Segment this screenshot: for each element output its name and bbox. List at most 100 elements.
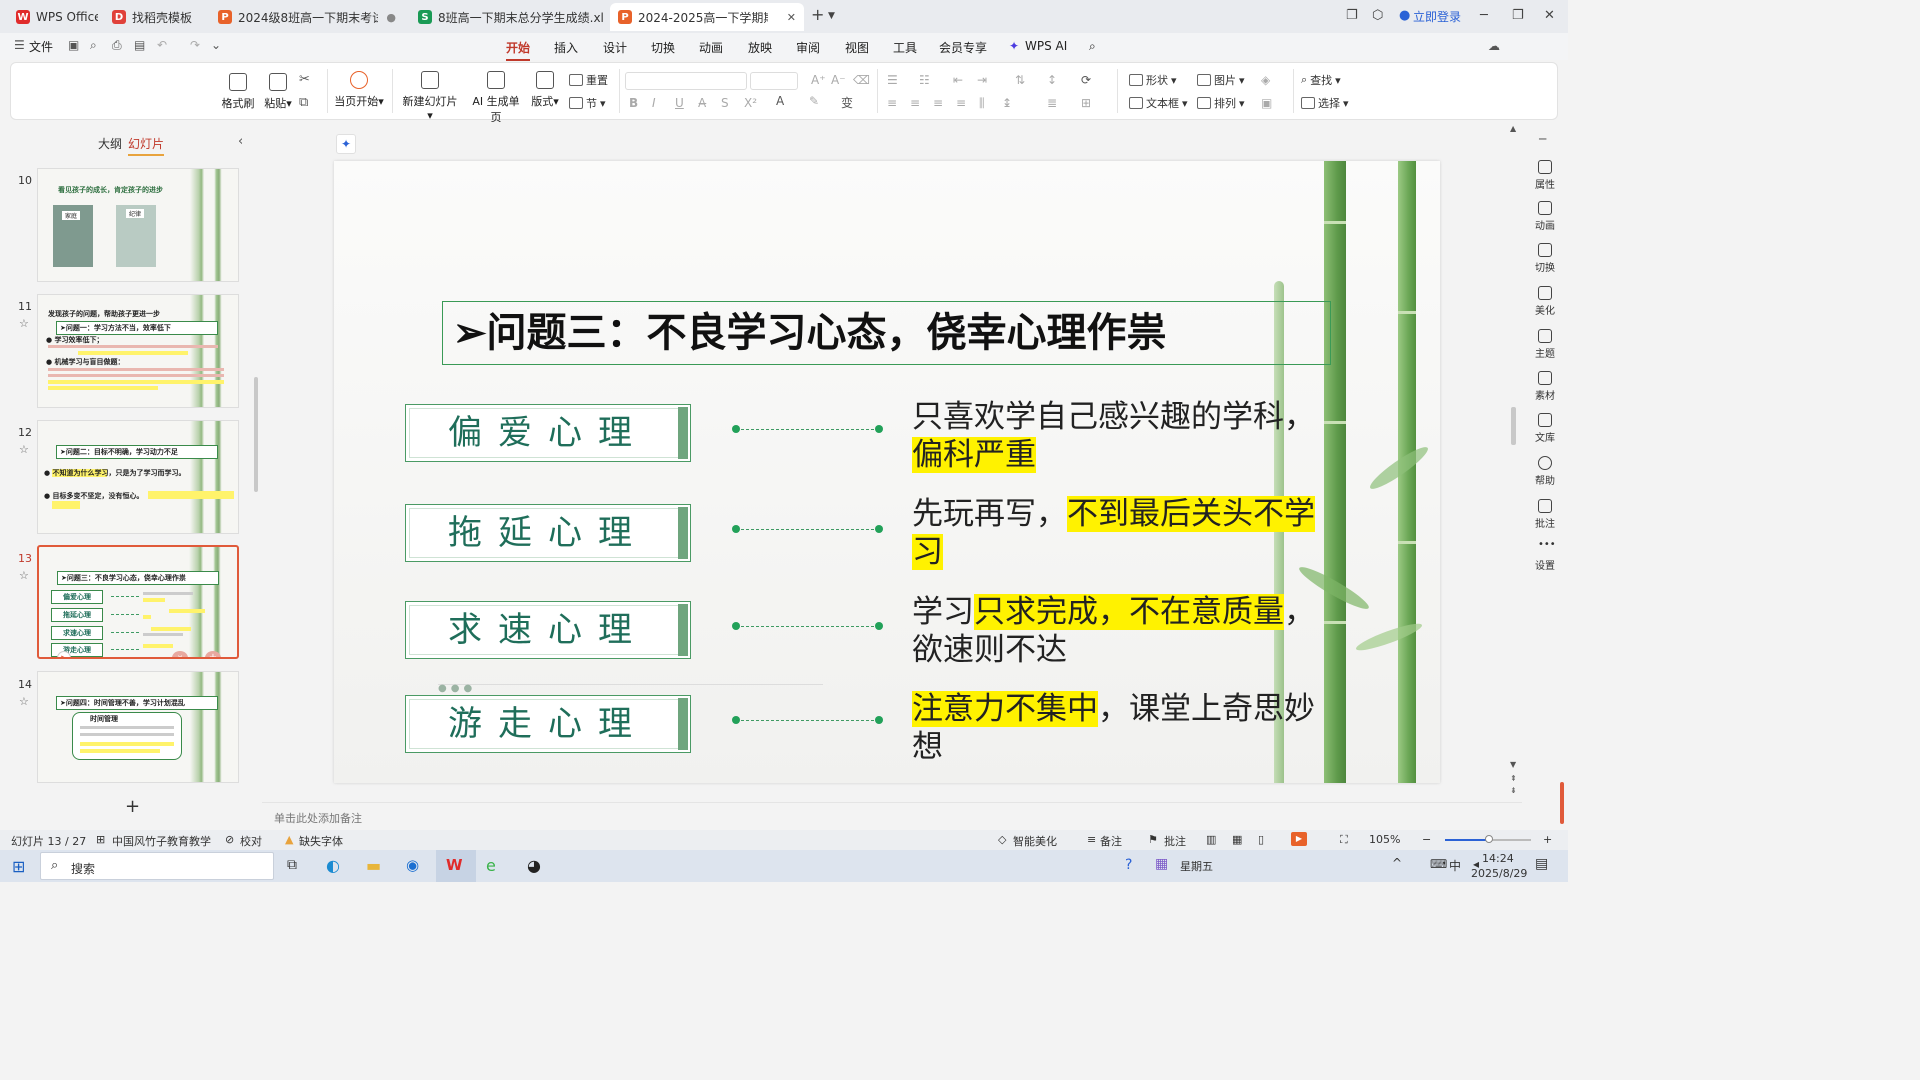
login-link[interactable]: 立即登录 — [1413, 8, 1461, 25]
tab-outline[interactable]: 大纲 — [98, 135, 122, 152]
phonetic-icon[interactable]: 变 — [841, 94, 853, 111]
add-slide-button[interactable]: + — [125, 796, 140, 817]
cloud-upload-icon[interactable]: ☁ — [1488, 39, 1500, 53]
outlook-icon[interactable]: ◉ — [406, 856, 419, 874]
vertical-scrollbar[interactable] — [1510, 128, 1514, 768]
menu-transition[interactable]: 切换 — [651, 39, 675, 56]
task-view-icon[interactable]: ⧉ — [287, 857, 297, 873]
bullets-icon[interactable]: ☰ — [887, 73, 898, 87]
prev-slide-icon[interactable]: ⇞ — [1510, 774, 1517, 783]
ime-mode-icon[interactable]: ⌨ — [1430, 857, 1447, 871]
sidebar-assets[interactable]: 素材 — [1522, 371, 1568, 402]
menu-review[interactable]: 审阅 — [796, 39, 820, 56]
missing-font-button[interactable]: 缺失字体 — [299, 833, 343, 849]
tab-parent-meeting[interactable]: P 2024-2025高一下学期期末家 ✕ — [610, 3, 804, 31]
sort-icon[interactable]: ↕ — [1047, 73, 1057, 87]
save-icon[interactable]: ▣ — [68, 38, 79, 52]
scrollbar-thumb[interactable] — [1511, 407, 1516, 445]
align-center-icon[interactable]: ≡ — [910, 96, 920, 110]
browser-icon[interactable]: e — [486, 856, 496, 875]
justify-icon[interactable]: ≡ — [956, 96, 966, 110]
print-icon[interactable]: ⎙ — [112, 38, 122, 53]
add-slide-icon[interactable]: + — [205, 651, 221, 657]
proof-button[interactable]: 校对 — [240, 833, 262, 849]
theme-name[interactable]: 中国风竹子教育教学 — [112, 833, 211, 849]
menu-wps-ai[interactable]: WPS AI — [1025, 39, 1067, 53]
italic-icon[interactable]: I — [652, 96, 656, 110]
tab-exam-analysis[interactable]: P 2024级8班高一下期末考试成绩分 ● — [210, 3, 404, 31]
sidebar-transition[interactable]: 切换 — [1522, 243, 1568, 274]
tab-score-sheet[interactable]: S 8班高一下期末总分学生成绩.xlsx — [410, 3, 604, 31]
zoom-in-icon[interactable]: + — [1543, 833, 1552, 846]
label-wandering[interactable]: 游走心理 — [405, 695, 691, 753]
find-button[interactable]: ⌕ 查找 ▾ — [1301, 72, 1341, 88]
menu-insert[interactable]: 插入 — [554, 39, 578, 56]
reading-view-icon[interactable]: ▯ — [1258, 833, 1264, 846]
sorter-view-icon[interactable]: ▦ — [1232, 833, 1242, 846]
edge-icon[interactable]: ◐ — [326, 856, 340, 875]
new-slide-button[interactable]: 新建幻灯片▾ — [401, 71, 459, 122]
strikethrough-icon[interactable]: A̶ — [698, 96, 706, 110]
menu-view[interactable]: 视图 — [845, 39, 869, 56]
star-icon[interactable]: ☆ — [19, 443, 29, 456]
slide-thumbnail-14[interactable]: ➤问题四：时间管理不善，学习计划混乱 时间管理 — [37, 671, 239, 783]
notes-toggle[interactable]: 备注 — [1100, 833, 1122, 849]
ime-language[interactable]: 中 — [1449, 857, 1461, 874]
file-menu[interactable]: 文件 — [29, 38, 53, 55]
minimize-icon[interactable]: ─ — [1480, 8, 1488, 23]
ai-generate-button[interactable]: AI 生成单页 — [469, 71, 523, 125]
decrease-font-icon[interactable]: A⁻ — [831, 73, 846, 87]
reset-button[interactable]: 重置 — [569, 72, 608, 88]
new-tab-icon[interactable]: + — [811, 5, 824, 24]
shape-button[interactable]: 形状 ▾ — [1129, 72, 1177, 88]
slide-thumbnail-13[interactable]: ➤问题三：不良学习心态，侥幸心理作祟 偏爱心理 拖延心理 求速心理 游走心理 ▶… — [37, 545, 239, 659]
increase-font-icon[interactable]: A⁺ — [811, 73, 826, 87]
ai-assist-icon[interactable]: ✦ — [336, 134, 356, 154]
increase-indent-icon[interactable]: ⇥ — [977, 73, 987, 87]
sidebar-comments[interactable]: 批注 — [1522, 499, 1568, 530]
zoom-slider[interactable] — [1445, 835, 1531, 843]
collapse-panel-icon[interactable]: ‹ — [238, 134, 243, 149]
menu-design[interactable]: 设计 — [603, 39, 627, 56]
redo-icon[interactable]: ↷ — [190, 38, 200, 52]
text-align-icon[interactable]: ⊞ — [1081, 96, 1091, 110]
wps-logo-icon[interactable]: W — [446, 856, 463, 874]
notes-placeholder[interactable]: 单击此处添加备注 — [274, 810, 362, 826]
star-icon[interactable]: ☆ — [19, 569, 29, 582]
desc-favoritism[interactable]: 只喜欢学自己感兴趣的学科，偏科严重 — [912, 398, 1342, 474]
cube-icon[interactable]: ⬡ — [1372, 8, 1383, 23]
smart-beautify-button[interactable]: 智能美化 — [1013, 833, 1057, 849]
search-doc-icon[interactable]: ⌕ — [90, 38, 97, 53]
line-spacing-icon[interactable]: ↨ — [1002, 96, 1012, 110]
label-procrastination[interactable]: 拖延心理 — [405, 504, 691, 562]
highlight-icon[interactable]: ✎ — [809, 94, 819, 108]
zoom-out-icon[interactable]: − — [1422, 833, 1431, 846]
superscript-icon[interactable]: X² — [744, 96, 757, 110]
arrange-button[interactable]: 排列 ▾ — [1197, 95, 1245, 111]
fill-icon[interactable]: ◈ — [1261, 73, 1270, 87]
menu-animation[interactable]: 动画 — [699, 39, 723, 56]
print-preview-icon[interactable]: ▤ — [134, 38, 145, 52]
outline-icon[interactable]: ▣ — [1261, 96, 1272, 110]
underline-icon[interactable]: U — [675, 96, 684, 110]
ai-icon[interactable]: ✕ — [172, 651, 188, 657]
qq-icon[interactable]: ◕ — [527, 856, 541, 875]
menu-home[interactable]: 开始 — [506, 39, 531, 61]
chevron-up-icon[interactable]: ^ — [1392, 856, 1402, 870]
select-button[interactable]: 选择 ▾ — [1301, 95, 1349, 111]
clear-format-icon[interactable]: ⌫ — [853, 73, 870, 87]
align-right-icon[interactable]: ≡ — [933, 96, 943, 110]
copy-icon[interactable]: ⧉ — [299, 95, 308, 110]
decrease-indent-icon[interactable]: ⇤ — [953, 73, 963, 87]
slideshow-icon[interactable]: ▶ — [1291, 832, 1307, 846]
sidebar-help[interactable]: 帮助 — [1522, 456, 1568, 487]
zoom-level[interactable]: 105% — [1369, 833, 1400, 846]
sidebar-beautify[interactable]: 美化 — [1522, 286, 1568, 317]
font-family-select[interactable] — [625, 72, 747, 90]
scrollbar[interactable] — [254, 377, 258, 492]
hamburger-icon[interactable]: ☰ — [14, 38, 25, 52]
folder-icon[interactable]: ▬ — [366, 856, 381, 875]
notes-pane[interactable]: 单击此处添加备注 — [262, 802, 1522, 830]
slide-thumbnail-10[interactable]: 看见孩子的成长，肯定孩子的进步 家庭 纪律 — [37, 168, 239, 282]
normal-view-icon[interactable]: ▥ — [1206, 833, 1216, 846]
